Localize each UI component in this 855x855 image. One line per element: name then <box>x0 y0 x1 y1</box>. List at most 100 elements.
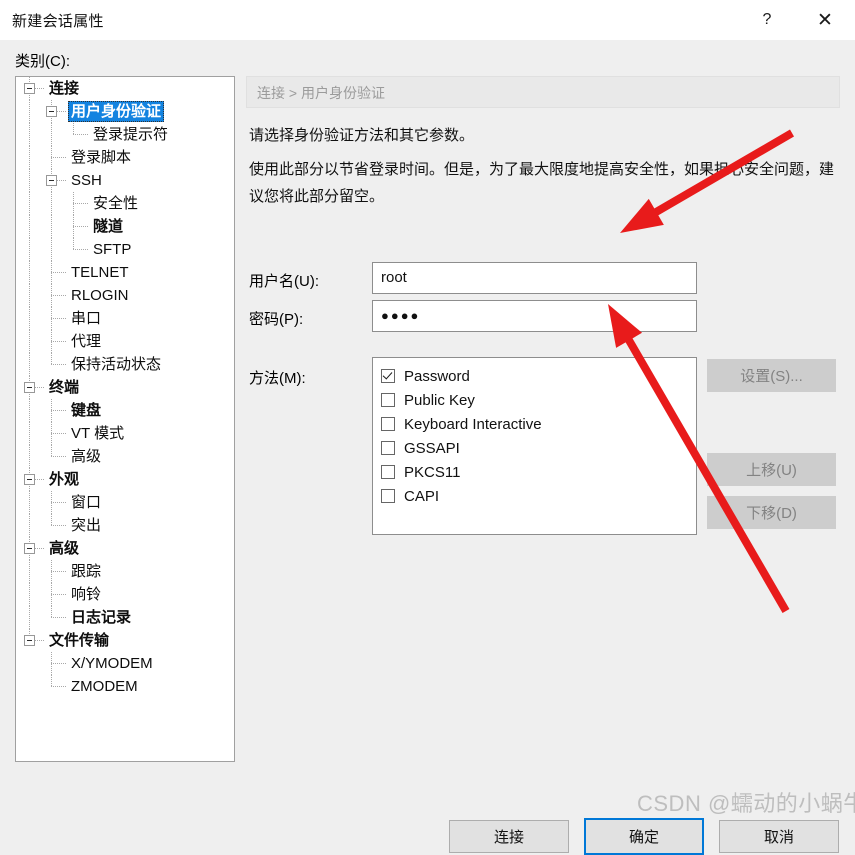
intro-line-1: 请选择身份验证方法和其它参数。 <box>249 127 475 144</box>
tree-item-4[interactable]: 登录脚本 <box>16 146 234 169</box>
tree-expander-collapse-icon[interactable] <box>24 635 35 646</box>
tree-guide-line <box>51 341 67 342</box>
breadcrumb: 连接 > 用户身份验证 <box>257 85 385 101</box>
tree-item-23[interactable]: 响铃 <box>16 583 234 606</box>
checkbox-icon[interactable] <box>381 465 395 479</box>
tree-item-label: VT 模式 <box>71 425 125 442</box>
tree-item-24[interactable]: 日志记录 <box>16 606 234 629</box>
method-item-capi[interactable]: CAPI <box>381 484 696 508</box>
tree-guide-line <box>29 399 30 422</box>
tree-item-18[interactable]: 外观 <box>16 468 234 491</box>
tree-guide-line <box>73 249 89 250</box>
tree-guide-line <box>51 571 67 572</box>
tree-item-8[interactable]: SFTP <box>16 238 234 261</box>
tree-guide-line <box>51 594 67 595</box>
tree-item-10[interactable]: RLOGIN <box>16 284 234 307</box>
category-tree[interactable]: 连接 用户身份验证登录提示符登录脚本 SSH 安全性隧道 SFTP TELNET RLOGI… <box>15 76 235 762</box>
tree-item-5[interactable]: SSH <box>16 169 234 192</box>
title-bar: 新建会话属性 ? ✕ <box>0 0 855 41</box>
tree-item-label: 突出 <box>71 517 102 534</box>
tree-guide-line <box>29 330 30 353</box>
tree-guide-line <box>51 663 67 664</box>
tree-guide-line <box>51 295 67 296</box>
method-item-gssapi[interactable]: GSSAPI <box>381 436 696 460</box>
tree-item-label: 登录提示符 <box>93 126 169 143</box>
tree-item-label: 保持活动状态 <box>71 356 162 373</box>
intro-line-2: 使用此部分以节省登录时间。但是，为了最大限度地提高安全性，如果担心安全问题，建议… <box>249 161 835 205</box>
method-item-keyboard-interactive[interactable]: Keyboard Interactive <box>381 412 696 436</box>
tree-item-3[interactable]: 登录提示符 <box>16 123 234 146</box>
close-icon[interactable]: ✕ <box>802 0 848 40</box>
tree-item-label: 终端 <box>49 379 80 396</box>
tree-item-19[interactable]: 窗口 <box>16 491 234 514</box>
tree-item-label: 窗口 <box>71 494 102 511</box>
tree-item-22[interactable]: 跟踪 <box>16 560 234 583</box>
tree-guide-line <box>29 307 30 330</box>
tree-item-17[interactable]: 高级 <box>16 445 234 468</box>
tree-expander-collapse-icon[interactable] <box>24 382 35 393</box>
tree-item-1[interactable]: 连接 <box>16 77 234 100</box>
method-item-password[interactable]: Password <box>381 364 696 388</box>
tree-item-27[interactable]: ZMODEM <box>16 675 234 698</box>
tree-item-label: 响铃 <box>71 586 102 603</box>
tree-item-11[interactable]: 串口 <box>16 307 234 330</box>
tree-guide-line <box>51 192 52 215</box>
tree-guide-line <box>51 364 67 365</box>
tree-guide-line <box>51 525 67 526</box>
tree-item-21[interactable]: 高级 <box>16 537 234 560</box>
tree-guide-line <box>29 192 30 215</box>
tree-item-15[interactable]: 键盘 <box>16 399 234 422</box>
tree-item-12[interactable]: 代理 <box>16 330 234 353</box>
tree-expander-collapse-icon[interactable] <box>24 83 35 94</box>
tree-item-9[interactable]: TELNET <box>16 261 234 284</box>
tree-item-14[interactable]: 终端 <box>16 376 234 399</box>
tree-item-label: 隧道 <box>93 218 124 235</box>
password-input[interactable]: ●●●● <box>372 300 697 332</box>
tree-expander-collapse-icon[interactable] <box>24 474 35 485</box>
checkbox-icon[interactable] <box>381 441 395 455</box>
method-item-pkcs11[interactable]: PKCS11 <box>381 460 696 484</box>
tree-item-label: TELNET <box>71 264 129 281</box>
tree-guide-line <box>29 583 30 606</box>
tree-guide-line <box>29 445 30 468</box>
checkbox-icon[interactable] <box>381 369 395 383</box>
checkbox-icon[interactable] <box>381 417 395 431</box>
move-down-button[interactable]: 下移(D) <box>707 496 836 529</box>
tree-guide-line <box>29 422 30 445</box>
tree-item-2[interactable]: 用户身份验证 <box>16 100 234 123</box>
tree-guide-line <box>29 215 30 238</box>
help-icon[interactable]: ? <box>744 0 790 40</box>
tree-item-label: SFTP <box>93 241 132 258</box>
method-item-label: GSSAPI <box>404 439 460 457</box>
tree-item-20[interactable]: 突出 <box>16 514 234 537</box>
move-up-button[interactable]: 上移(U) <box>707 453 836 486</box>
settings-button[interactable]: 设置(S)... <box>707 359 836 392</box>
tree-item-label: SSH <box>71 172 102 189</box>
tree-item-label: 文件传输 <box>49 632 110 649</box>
tree-expander-collapse-icon[interactable] <box>46 175 57 186</box>
method-list[interactable]: Password Public Key Keyboard Interactive GS… <box>372 357 697 535</box>
tree-expander-collapse-icon[interactable] <box>46 106 57 117</box>
tree-item-25[interactable]: 文件传输 <box>16 629 234 652</box>
tree-item-label: 串口 <box>71 310 102 327</box>
tree-item-13[interactable]: 保持活动状态 <box>16 353 234 376</box>
tree-guide-line <box>51 318 67 319</box>
tree-item-16[interactable]: VT 模式 <box>16 422 234 445</box>
tree-guide-line <box>29 169 30 192</box>
tree-guide-line <box>29 123 30 146</box>
tree-expander-collapse-icon[interactable] <box>24 543 35 554</box>
tree-item-6[interactable]: 安全性 <box>16 192 234 215</box>
checkbox-icon[interactable] <box>381 489 395 503</box>
tree-item-label: X/YMODEM <box>71 655 153 672</box>
username-input[interactable]: root <box>372 262 697 294</box>
method-label: 方法(M): <box>249 370 306 387</box>
tree-guide-line <box>73 134 89 135</box>
tree-item-label: 跟踪 <box>71 563 102 580</box>
tree-guide-line <box>51 433 67 434</box>
method-item-public-key[interactable]: Public Key <box>381 388 696 412</box>
ok-button[interactable]: 确定 <box>584 818 704 855</box>
tree-guide-line <box>29 491 30 514</box>
tree-item-7[interactable]: 隧道 <box>16 215 234 238</box>
tree-item-26[interactable]: X/YMODEM <box>16 652 234 675</box>
checkbox-icon[interactable] <box>381 393 395 407</box>
